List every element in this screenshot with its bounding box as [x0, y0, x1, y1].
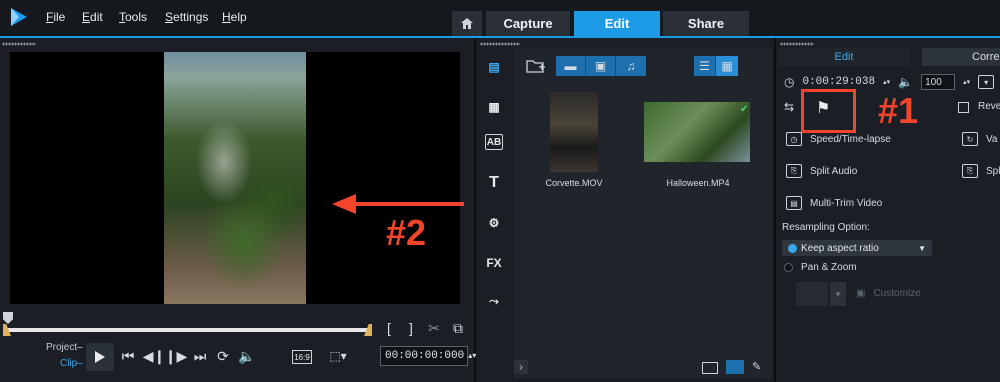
library-sidebar: ▤ ▦ AB T ⚙ FX ⤳	[476, 48, 512, 382]
variable-speed-button[interactable]: ↻ Va	[962, 132, 998, 146]
panel-grip[interactable]	[2, 42, 36, 46]
fx-icon[interactable]: FX	[483, 252, 505, 274]
clock-icon: ◷	[784, 75, 795, 89]
timecode-field[interactable]: 00:00:00:000 ▴▾	[380, 346, 476, 366]
media-filter-group: ▬ ▣ ♫	[556, 56, 646, 76]
pan-zoom-radio[interactable]	[784, 263, 793, 272]
reverse-label: Reve	[978, 101, 1000, 112]
resampling-label: Resampling Option:	[782, 222, 870, 233]
preset-dropdown: ▼	[830, 282, 846, 306]
chevron-down-icon: ▼	[918, 243, 926, 253]
resize-icon[interactable]: ⬚▾	[328, 348, 348, 364]
split-audio-icon: ⎘	[786, 164, 802, 178]
aspect-ratio-button[interactable]: 16:9	[292, 350, 312, 364]
duration-row: ◷ 0:00:29:038 ▴▾ 🔈 100 ▴▾ ▾ ⌇	[784, 74, 1000, 90]
home-tab[interactable]	[452, 11, 482, 36]
copy-clip-icon[interactable]: ⧉	[450, 320, 466, 336]
volume-field[interactable]: 100	[921, 74, 956, 90]
scrubber-track[interactable]	[6, 328, 370, 332]
annotation-box-1	[801, 89, 856, 133]
show-videos-icon[interactable]: ▬	[556, 56, 586, 76]
menu-file[interactable]: File	[46, 10, 65, 24]
menu-edit[interactable]: Edit	[82, 10, 103, 24]
split-scene-icon: ⎘	[962, 164, 978, 178]
tab-edit[interactable]: Edit	[574, 11, 660, 36]
reverse-checkbox[interactable]	[958, 102, 969, 113]
speed-timelapse-button[interactable]: ◷ Speed/Time-lapse	[786, 132, 891, 146]
split-clip-icon[interactable]: ✂	[426, 320, 442, 336]
menu-settings[interactable]: Settings	[165, 10, 208, 24]
end-button[interactable]: ⏭	[192, 348, 208, 364]
video-frame	[164, 52, 306, 304]
graphics-icon[interactable]: ⚙	[483, 212, 505, 234]
resampling-dropdown[interactable]: Keep aspect ratio ▼	[782, 240, 932, 256]
preview-screen	[10, 52, 460, 304]
duration-field[interactable]: 0:00:29:038	[802, 76, 875, 88]
clip-name: Corvette.MOV	[545, 178, 603, 188]
volume-stepper[interactable]: ▴▾	[963, 78, 970, 86]
play-icon	[95, 351, 105, 363]
library-footer-icon[interactable]	[702, 362, 718, 374]
pan-zoom-option[interactable]: Pan & Zoom	[784, 262, 857, 273]
home-icon	[461, 18, 473, 29]
path-icon[interactable]: ⤳	[483, 290, 505, 312]
multi-trim-icon: ▤	[786, 196, 802, 210]
tab-correction[interactable]: Corre	[922, 48, 1000, 66]
panel-grip[interactable]	[480, 42, 520, 46]
rotate-left-icon[interactable]: ⇆	[784, 100, 794, 114]
menu-tools[interactable]: Tools	[119, 10, 147, 24]
scrubber-handle[interactable]	[3, 312, 13, 324]
customize-button: ▣ Customize	[856, 288, 921, 299]
tab-share[interactable]: Share	[663, 11, 749, 36]
instant-project-icon[interactable]: ▦	[483, 96, 505, 118]
speed-icon: ◷	[786, 132, 802, 146]
play-button[interactable]	[86, 343, 114, 371]
transition-icon[interactable]: AB	[485, 134, 503, 150]
clip-mode-label[interactable]: Clip–	[60, 358, 83, 369]
duration-stepper[interactable]: ▴▾	[883, 78, 890, 86]
clip-thumbnail[interactable]	[644, 102, 750, 162]
edit-icon[interactable]: ✎	[752, 360, 761, 373]
split-scene-button[interactable]: ⎘ Spl	[962, 164, 1000, 178]
panel-grip[interactable]	[780, 42, 814, 46]
tab-edit-options[interactable]: Edit	[778, 48, 910, 66]
volume-icon[interactable]: 🔈	[238, 348, 256, 364]
previous-frame-button[interactable]: ◀❙	[143, 348, 166, 364]
split-audio-button[interactable]: ⎘ Split Audio	[786, 164, 857, 178]
clip-thumbnail[interactable]	[550, 92, 598, 172]
media-library-icon[interactable]: ▤	[483, 56, 505, 78]
annotation-label-1: #1	[878, 90, 919, 131]
expand-library-icon[interactable]: ›	[514, 360, 528, 374]
multi-trim-button[interactable]: ▤ Multi-Trim Video	[786, 196, 882, 210]
annotation-label-2: #2	[386, 212, 427, 253]
customize-icon: ▣	[856, 288, 866, 299]
mark-in-button[interactable]: [	[382, 320, 396, 336]
home-button[interactable]: ⏮	[120, 348, 136, 364]
repeat-icon[interactable]: ⟳	[214, 348, 232, 364]
app-logo-icon	[11, 8, 27, 26]
next-frame-button[interactable]: ❙▶	[165, 348, 188, 364]
volume-icon: 🔈	[898, 75, 914, 89]
menu-bar: File Edit Tools Settings Help Capture Ed…	[0, 0, 1000, 36]
keep-aspect-radio[interactable]	[788, 243, 797, 253]
show-audio-icon[interactable]: ♫	[616, 56, 646, 76]
mute-button[interactable]: ▾	[978, 75, 995, 89]
mark-out-button[interactable]: ]	[404, 320, 418, 336]
title-icon[interactable]: T	[483, 172, 505, 194]
show-photos-icon[interactable]: ▣	[586, 56, 616, 76]
project-mode-label[interactable]: Project–	[46, 342, 83, 353]
library-footer-icon[interactable]	[726, 360, 744, 374]
view-mode-group: ☰ ▦	[694, 56, 738, 76]
menu-help[interactable]: Help	[222, 10, 247, 24]
thumbnail-view-icon[interactable]: ▦	[716, 56, 738, 76]
player-panel: #2 [ ] ✂ ⧉ Project– Clip– ⏮ ◀❙ ❙▶ ⏭ ⟳ 🔈 …	[0, 38, 476, 382]
variable-speed-icon: ↻	[962, 132, 978, 146]
tab-capture[interactable]: Capture	[486, 11, 570, 36]
add-folder-icon[interactable]	[526, 58, 546, 74]
check-icon: ✔	[740, 104, 749, 115]
clip-name: Halloween.MP4	[666, 178, 730, 188]
pan-zoom-preset	[796, 282, 828, 306]
list-view-icon[interactable]: ☰	[694, 56, 716, 76]
